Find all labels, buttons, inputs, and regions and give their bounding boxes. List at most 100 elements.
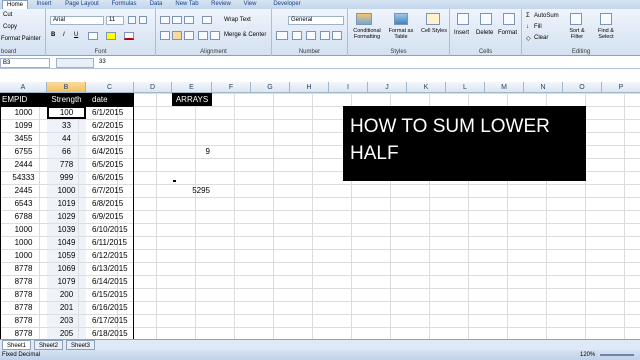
empid-cell[interactable]: 6788 bbox=[0, 210, 47, 223]
align-middle-icon[interactable] bbox=[172, 16, 182, 24]
column-header[interactable]: H bbox=[290, 82, 329, 93]
strength-cell[interactable]: 1079 bbox=[47, 275, 86, 288]
column-header[interactable]: C bbox=[86, 82, 134, 93]
currency-icon[interactable] bbox=[276, 31, 288, 40]
date-cell[interactable]: 6/11/2015 bbox=[86, 236, 134, 249]
empid-cell[interactable]: 1000 bbox=[0, 223, 47, 236]
header-strength[interactable]: Strength bbox=[47, 93, 86, 106]
align-bottom-icon[interactable] bbox=[184, 16, 194, 24]
column-header[interactable]: J bbox=[368, 82, 407, 93]
sort-filter-button[interactable]: Sort & Filter bbox=[566, 28, 588, 40]
clear-button[interactable]: Clear bbox=[534, 35, 548, 41]
wrap-text-button[interactable]: Wrap Text bbox=[224, 17, 251, 23]
cut-button[interactable]: Cut bbox=[3, 12, 12, 18]
strength-cell[interactable]: 200 bbox=[47, 288, 86, 301]
empid-cell[interactable]: 1000 bbox=[0, 249, 47, 262]
header-empid[interactable]: EMPID bbox=[0, 93, 47, 106]
strength-cell[interactable]: 203 bbox=[47, 314, 86, 327]
delete-cells-button[interactable]: Delete bbox=[476, 30, 493, 36]
date-cell[interactable]: 6/2/2015 bbox=[86, 119, 134, 132]
column-header[interactable]: I bbox=[329, 82, 368, 93]
date-cell[interactable]: 6/15/2015 bbox=[86, 288, 134, 301]
format-painter-button[interactable]: Format Painter bbox=[1, 36, 41, 42]
bold-button[interactable]: B bbox=[51, 32, 55, 38]
strength-cell[interactable]: 66 bbox=[47, 145, 86, 158]
underline-button[interactable]: U bbox=[74, 32, 78, 38]
increase-indent-icon[interactable] bbox=[210, 31, 220, 40]
strength-cell[interactable]: 33 bbox=[47, 119, 86, 132]
column-header[interactable]: A bbox=[0, 82, 47, 93]
tab-insert[interactable]: Insert bbox=[32, 0, 56, 9]
fill-button[interactable]: Fill bbox=[534, 24, 542, 30]
tab-review[interactable]: Review bbox=[208, 0, 234, 9]
arrays-label[interactable]: ARRAYS bbox=[172, 93, 212, 106]
borders-icon[interactable] bbox=[88, 32, 98, 40]
format-as-table-button[interactable]: Format as Table bbox=[386, 28, 416, 40]
column-header[interactable]: O bbox=[563, 82, 602, 93]
tab-home[interactable]: Home bbox=[2, 0, 28, 9]
align-center-icon[interactable] bbox=[172, 31, 182, 40]
tab-data[interactable]: Data bbox=[146, 0, 166, 9]
decrease-indent-icon[interactable] bbox=[198, 31, 208, 40]
date-cell[interactable]: 6/14/2015 bbox=[86, 275, 134, 288]
column-header[interactable]: L bbox=[446, 82, 485, 93]
column-header[interactable]: K bbox=[407, 82, 446, 93]
font-color-icon[interactable] bbox=[124, 32, 134, 40]
comma-icon[interactable] bbox=[306, 31, 316, 40]
cell-styles-icon[interactable] bbox=[426, 13, 440, 25]
font-size-select[interactable]: 11 bbox=[106, 16, 124, 25]
sheet-tab-3[interactable]: Sheet3 bbox=[66, 340, 96, 350]
font-name-select[interactable]: Arial bbox=[50, 16, 104, 25]
zoom-slider[interactable] bbox=[600, 354, 634, 356]
format-cells-icon[interactable] bbox=[503, 13, 515, 25]
conditional-formatting-icon[interactable] bbox=[356, 13, 372, 25]
strength-cell[interactable]: 778 bbox=[47, 158, 86, 171]
sheet-tab-2[interactable]: Sheet2 bbox=[34, 340, 64, 350]
strength-cell[interactable]: 1069 bbox=[47, 262, 86, 275]
date-cell[interactable]: 6/10/2015 bbox=[86, 223, 134, 236]
column-header[interactable]: N bbox=[524, 82, 563, 93]
date-cell[interactable]: 6/16/2015 bbox=[86, 301, 134, 314]
tab-developer[interactable]: Developer bbox=[268, 0, 306, 9]
delete-cells-icon[interactable] bbox=[480, 13, 492, 25]
italic-button[interactable]: I bbox=[63, 32, 65, 38]
strength-cell[interactable]: 1039 bbox=[47, 223, 86, 236]
date-cell[interactable]: 6/4/2015 bbox=[86, 145, 134, 158]
copy-button[interactable]: Copy bbox=[3, 24, 17, 30]
shrink-font-icon[interactable] bbox=[139, 16, 147, 24]
empid-cell[interactable]: 2445 bbox=[0, 184, 47, 197]
strength-cell[interactable]: 1000 bbox=[47, 184, 86, 197]
cell-styles-button[interactable]: Cell Styles bbox=[420, 28, 448, 34]
column-header[interactable]: G bbox=[251, 82, 290, 93]
formula-input[interactable]: 33 bbox=[99, 59, 106, 65]
fill-color-icon[interactable] bbox=[106, 32, 116, 40]
empid-cell[interactable]: 1000 bbox=[0, 106, 47, 119]
format-table-icon[interactable] bbox=[394, 13, 408, 25]
empid-cell[interactable]: 8778 bbox=[0, 275, 47, 288]
empid-cell[interactable]: 8778 bbox=[0, 262, 47, 275]
empid-cell[interactable]: 54333 bbox=[0, 171, 47, 184]
format-cells-button[interactable]: Format bbox=[498, 30, 517, 36]
strength-cell[interactable]: 999 bbox=[47, 171, 86, 184]
strength-cell[interactable]: 1019 bbox=[47, 197, 86, 210]
tab-formulas[interactable]: Formulas bbox=[108, 0, 140, 9]
decrease-decimal-icon[interactable] bbox=[332, 31, 342, 40]
empid-cell[interactable]: 8778 bbox=[0, 288, 47, 301]
date-cell[interactable]: 6/8/2015 bbox=[86, 197, 134, 210]
tab-page-layout[interactable]: Page Layout bbox=[62, 0, 102, 9]
strength-cell[interactable]: 1059 bbox=[47, 249, 86, 262]
header-date[interactable]: date bbox=[86, 93, 134, 106]
strength-cell[interactable]: 201 bbox=[47, 301, 86, 314]
empid-cell[interactable]: 8778 bbox=[0, 301, 47, 314]
column-header[interactable]: P bbox=[602, 82, 640, 93]
strength-cell[interactable]: 1049 bbox=[47, 236, 86, 249]
tab-view[interactable]: View bbox=[240, 0, 260, 9]
empid-cell[interactable]: 2444 bbox=[0, 158, 47, 171]
empid-cell[interactable]: 3455 bbox=[0, 132, 47, 145]
increase-decimal-icon[interactable] bbox=[320, 31, 330, 40]
date-cell[interactable]: 6/3/2015 bbox=[86, 132, 134, 145]
value-cell-9[interactable]: 9 bbox=[172, 145, 212, 158]
function-icon[interactable] bbox=[56, 58, 94, 68]
align-left-icon[interactable] bbox=[160, 31, 170, 40]
name-box[interactable]: B3 bbox=[0, 58, 50, 68]
